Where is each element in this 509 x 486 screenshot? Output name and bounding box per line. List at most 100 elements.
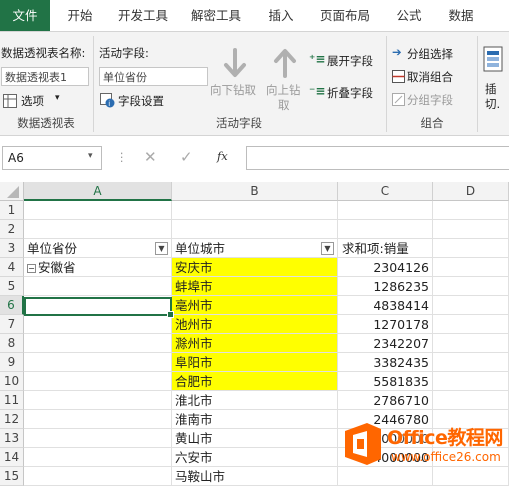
field-settings-button[interactable]: i 字段设置 bbox=[100, 92, 180, 110]
pivot-name-input[interactable]: 数据透视表1 bbox=[1, 67, 89, 86]
insert-slicer-button[interactable]: 插 切. bbox=[481, 44, 509, 114]
cell-a8[interactable] bbox=[24, 334, 172, 353]
filter-province-dropdown-icon[interactable]: ▼ bbox=[155, 242, 168, 255]
city-cell[interactable]: 滁州市 bbox=[172, 334, 338, 353]
column-header-b[interactable]: B bbox=[172, 182, 338, 201]
cell-d7[interactable] bbox=[433, 315, 509, 334]
cell-a10[interactable] bbox=[24, 372, 172, 391]
cell-c1[interactable] bbox=[338, 201, 433, 220]
cell-a9[interactable] bbox=[24, 353, 172, 372]
city-cell[interactable]: 阜阳市 bbox=[172, 353, 338, 372]
collapse-toggle-icon[interactable]: − bbox=[27, 264, 36, 273]
city-cell[interactable]: 亳州市 bbox=[172, 296, 338, 315]
province-cell[interactable]: − 安徽省 bbox=[24, 258, 172, 277]
city-cell[interactable]: 池州市 bbox=[172, 315, 338, 334]
row-header-6[interactable]: 6 bbox=[0, 296, 24, 315]
cell-a7[interactable] bbox=[24, 315, 172, 334]
city-cell[interactable]: 安庆市 bbox=[172, 258, 338, 277]
cell-d8[interactable] bbox=[433, 334, 509, 353]
group-selection-button[interactable]: ➔ 分组选择 bbox=[392, 45, 472, 63]
tab-formulas[interactable]: 公式 bbox=[388, 0, 430, 31]
tab-home[interactable]: 开始 bbox=[60, 0, 100, 31]
tab-decrypt-tools[interactable]: 解密工具 bbox=[185, 0, 247, 31]
drill-down-button[interactable]: 向下钻取 bbox=[210, 46, 260, 112]
row-header-10[interactable]: 10 bbox=[0, 372, 24, 391]
row-header-1[interactable]: 1 bbox=[0, 201, 24, 220]
header-sum-sales[interactable]: 求和项:销量 bbox=[338, 239, 433, 258]
header-province[interactable]: 单位省份 bbox=[24, 239, 172, 258]
row-header-3[interactable]: 3 bbox=[0, 239, 24, 258]
row-header-5[interactable]: 5 bbox=[0, 277, 24, 296]
active-field-input[interactable]: 单位省份 bbox=[99, 67, 208, 86]
sales-cell[interactable]: 1286235 bbox=[338, 277, 433, 296]
sales-cell[interactable]: 5581835 bbox=[338, 372, 433, 391]
cell-d4[interactable] bbox=[433, 258, 509, 277]
name-box-dropdown-icon[interactable]: ▾ bbox=[88, 151, 93, 161]
row-header-2[interactable]: 2 bbox=[0, 220, 24, 239]
city-cell[interactable]: 蚌埠市 bbox=[172, 277, 338, 296]
row-header-4[interactable]: 4 bbox=[0, 258, 24, 277]
cell-a1[interactable] bbox=[24, 201, 172, 220]
city-cell[interactable]: 马鞍山市 bbox=[172, 467, 338, 486]
cell-d1[interactable] bbox=[433, 201, 509, 220]
cell-d6[interactable] bbox=[433, 296, 509, 315]
cell-b1[interactable] bbox=[172, 201, 338, 220]
cell-c2[interactable] bbox=[338, 220, 433, 239]
row-header-12[interactable]: 12 bbox=[0, 410, 24, 429]
sales-cell[interactable]: 4838414 bbox=[338, 296, 433, 315]
column-header-d[interactable]: D bbox=[433, 182, 509, 201]
row-header-11[interactable]: 11 bbox=[0, 391, 24, 410]
column-header-c[interactable]: C bbox=[338, 182, 433, 201]
filter-city-dropdown-icon[interactable]: ▼ bbox=[321, 242, 334, 255]
city-cell[interactable]: 黄山市 bbox=[172, 429, 338, 448]
tab-developer[interactable]: 开发工具 bbox=[112, 0, 174, 31]
cell-b2[interactable] bbox=[172, 220, 338, 239]
tab-page-layout[interactable]: 页面布局 bbox=[313, 0, 377, 31]
header-city[interactable]: 单位城市 bbox=[172, 239, 338, 258]
sales-cell[interactable]: 3382435 bbox=[338, 353, 433, 372]
collapse-field-button[interactable]: ⁻≡ 折叠字段 bbox=[309, 84, 383, 102]
cell-a12[interactable] bbox=[24, 410, 172, 429]
city-cell[interactable]: 合肥市 bbox=[172, 372, 338, 391]
cell-a5[interactable] bbox=[24, 277, 172, 296]
cell-a13[interactable] bbox=[24, 429, 172, 448]
name-box[interactable]: A6 bbox=[2, 146, 102, 170]
cell-a14[interactable] bbox=[24, 448, 172, 467]
cell-d2[interactable] bbox=[433, 220, 509, 239]
row-header-13[interactable]: 13 bbox=[0, 429, 24, 448]
column-header-a[interactable]: A bbox=[24, 182, 172, 201]
tab-data[interactable]: 数据 bbox=[440, 0, 482, 31]
cell-d3[interactable] bbox=[433, 239, 509, 258]
row-header-7[interactable]: 7 bbox=[0, 315, 24, 334]
cell-a6[interactable] bbox=[24, 296, 172, 315]
cell-a2[interactable] bbox=[24, 220, 172, 239]
row-header-9[interactable]: 9 bbox=[0, 353, 24, 372]
city-cell[interactable]: 六安市 bbox=[172, 448, 338, 467]
city-cell[interactable]: 淮南市 bbox=[172, 410, 338, 429]
enter-check-icon[interactable]: ✓ bbox=[180, 148, 193, 166]
select-all-corner[interactable] bbox=[0, 182, 24, 201]
cancel-icon[interactable]: ✕ bbox=[144, 148, 157, 166]
sales-cell[interactable]: 1270178 bbox=[338, 315, 433, 334]
tab-insert[interactable]: 插入 bbox=[260, 0, 302, 31]
cell-a11[interactable] bbox=[24, 391, 172, 410]
row-header-8[interactable]: 8 bbox=[0, 334, 24, 353]
city-cell[interactable]: 淮北市 bbox=[172, 391, 338, 410]
tab-file[interactable]: 文件 bbox=[0, 0, 50, 31]
cell-d9[interactable] bbox=[433, 353, 509, 372]
cell-d11[interactable] bbox=[433, 391, 509, 410]
cell-a15[interactable] bbox=[24, 467, 172, 486]
group-field-button[interactable]: 分组字段 bbox=[392, 91, 472, 109]
cell-d10[interactable] bbox=[433, 372, 509, 391]
insert-function-icon[interactable]: fx bbox=[217, 149, 228, 163]
sales-cell[interactable]: 2304126 bbox=[338, 258, 433, 277]
formula-input[interactable] bbox=[246, 146, 509, 170]
cell-d5[interactable] bbox=[433, 277, 509, 296]
row-header-14[interactable]: 14 bbox=[0, 448, 24, 467]
drill-up-button[interactable]: 向上钻 取 bbox=[263, 46, 307, 112]
row-header-15[interactable]: 15 bbox=[0, 467, 24, 486]
sales-cell[interactable]: 2342207 bbox=[338, 334, 433, 353]
expand-field-button[interactable]: ⁺≡ 展开字段 bbox=[309, 52, 383, 70]
ungroup-button[interactable]: 取消组合 bbox=[392, 68, 472, 86]
sales-cell[interactable]: 2786710 bbox=[338, 391, 433, 410]
